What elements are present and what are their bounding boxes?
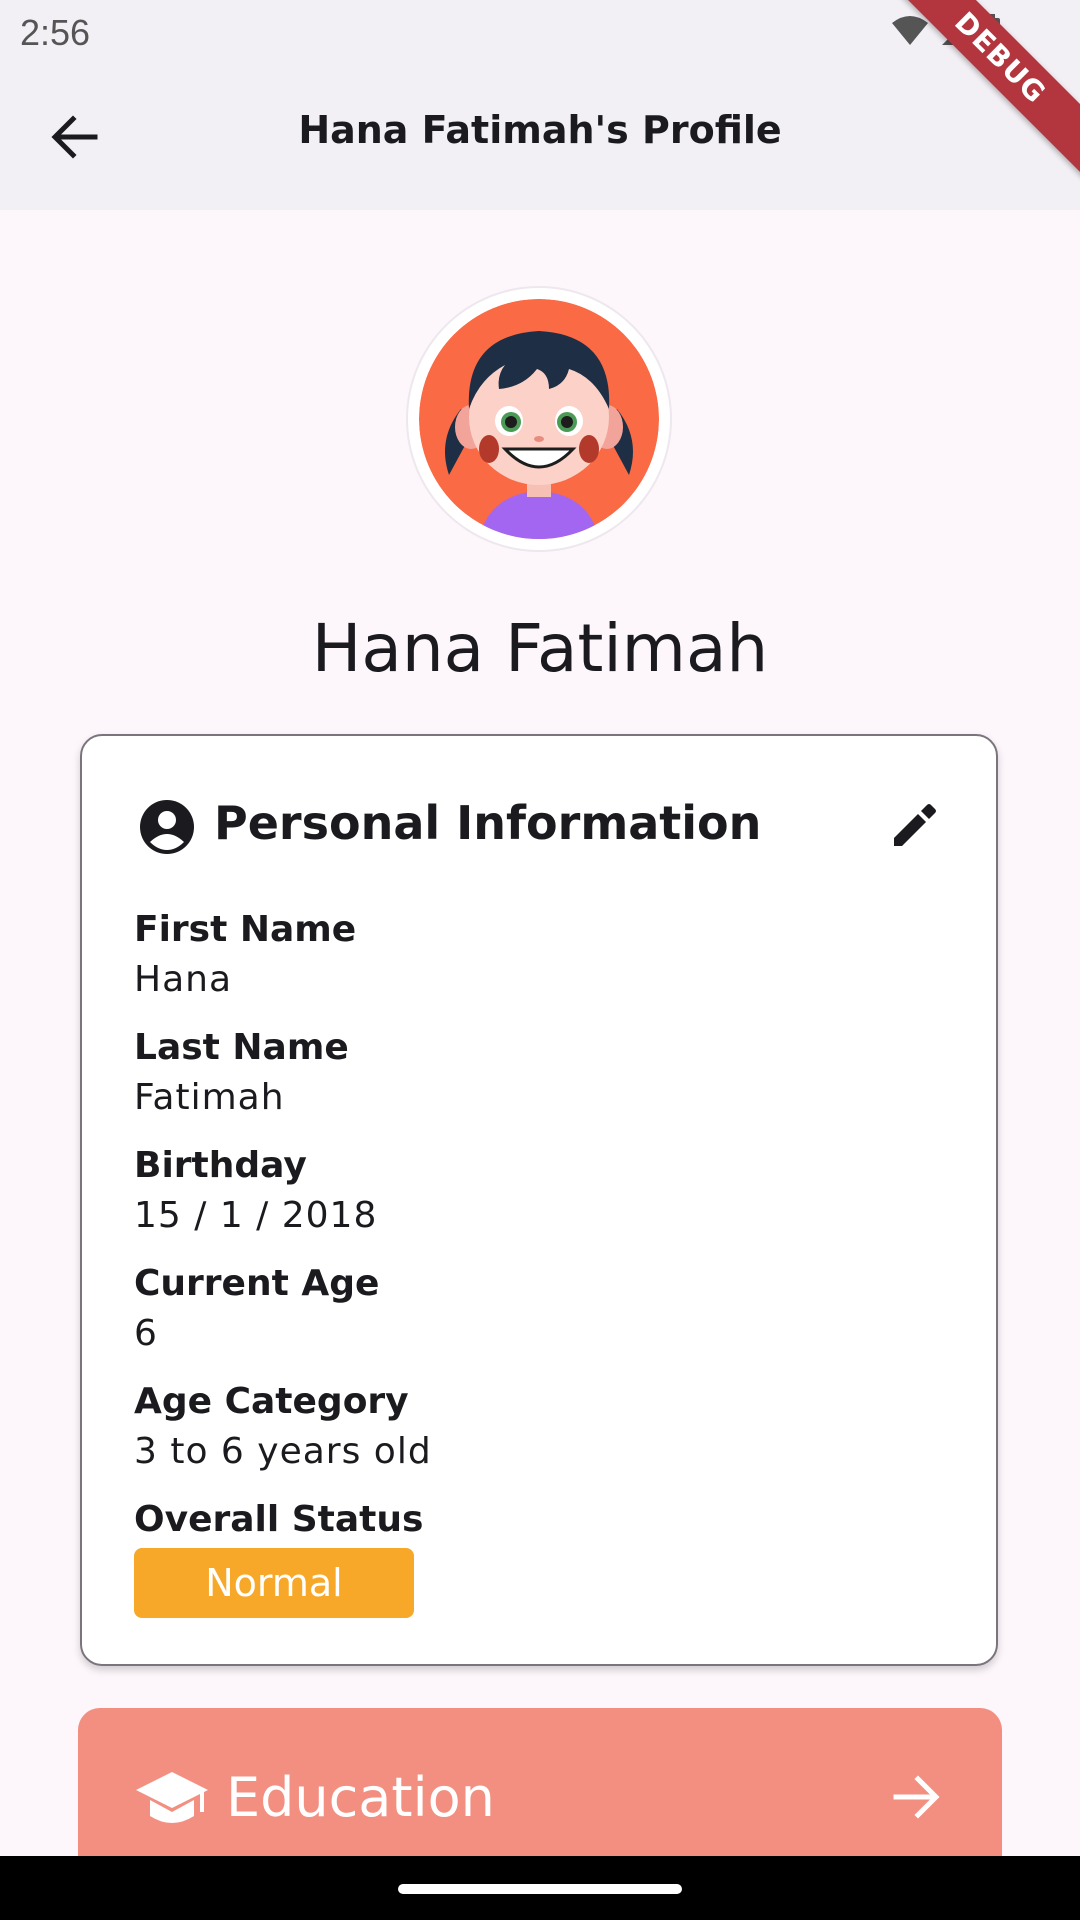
status-time: 2:56 <box>20 12 91 53</box>
pencil-icon <box>894 804 936 846</box>
field-last-name: Last Name Fatimah <box>134 1024 432 1142</box>
field-label: Last Name <box>134 1027 349 1068</box>
field-label: Current Age <box>134 1263 380 1304</box>
field-birthday: Birthday 15 / 1 / 2018 <box>134 1142 432 1260</box>
status-badge: Normal <box>134 1548 414 1618</box>
field-value: 6 <box>134 1313 158 1354</box>
education-label: Education <box>226 1766 495 1829</box>
field-overall-status: Overall Status Normal <box>134 1496 432 1618</box>
edit-button[interactable] <box>886 796 944 854</box>
field-current-age: Current Age 6 <box>134 1260 432 1378</box>
field-label: First Name <box>134 909 357 950</box>
field-value: Hana <box>134 959 233 1000</box>
field-value: Fatimah <box>134 1077 285 1118</box>
home-indicator[interactable] <box>398 1884 682 1894</box>
page-title: Hana Fatimah's Profile <box>298 108 782 152</box>
field-value: 15 / 1 / 2018 <box>134 1195 378 1236</box>
graduation-cap-icon <box>136 1772 208 1823</box>
personal-info-title: Personal Information <box>214 796 762 850</box>
arrow-right-icon <box>893 1775 940 1819</box>
field-label: Age Category <box>134 1381 409 1422</box>
field-list: First Name Hana Last Name Fatimah Birthd… <box>134 906 432 1618</box>
avatar <box>408 288 670 550</box>
app-bar: Hana Fatimah's Profile <box>0 64 1080 210</box>
girl-avatar-illustration <box>419 299 659 539</box>
field-age-category: Age Category 3 to 6 years old <box>134 1378 432 1496</box>
field-value: 3 to 6 years old <box>134 1431 432 1472</box>
personal-info-card: Personal Information First Name Hana Las… <box>80 734 998 1666</box>
field-label: Overall Status <box>134 1499 424 1540</box>
field-label: Birthday <box>134 1145 307 1186</box>
field-first-name: First Name Hana <box>134 906 432 1024</box>
account-circle-icon <box>140 800 194 854</box>
system-nav-bar <box>0 1856 1080 1920</box>
profile-name: Hana Fatimah <box>311 610 769 687</box>
wifi-icon <box>892 16 928 45</box>
